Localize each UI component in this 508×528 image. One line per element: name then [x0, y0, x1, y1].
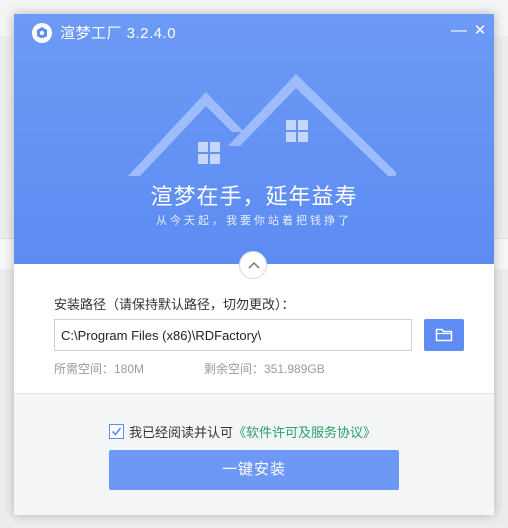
banner-subslogan: 从今天起，我要你站着把钱挣了 [156, 215, 352, 227]
free-space-text: 剩余空间：351.989GB [204, 362, 325, 376]
app-logo-icon [32, 23, 52, 43]
license-agreement-link[interactable]: 《软件许可及服务协议》 [233, 425, 376, 440]
background-window-strip-right [494, 238, 508, 269]
header-banner: 渲梦工厂 3.2.4.0 — ✕ 渲梦在手，延年益寿 从今天起，我要你站着把钱挣… [14, 14, 494, 264]
agreement-checkbox[interactable] [109, 424, 124, 439]
collapse-toggle-button[interactable] [239, 251, 267, 279]
required-space-text: 所需空间：180M [54, 362, 145, 376]
browse-folder-button[interactable] [424, 319, 464, 351]
title-bar[interactable]: 渲梦工厂 3.2.4.0 — ✕ [14, 14, 494, 50]
agreement-row: 我已经阅读并认可《软件许可及服务协议》 [109, 422, 376, 441]
checkmark-icon [111, 427, 122, 436]
agreement-text: 我已经阅读并认可 [129, 425, 234, 440]
close-button[interactable]: ✕ [469, 20, 491, 42]
footer-panel: 我已经阅读并认可《软件许可及服务协议》 一键安装 [14, 393, 494, 515]
banner-slogan: 渲梦在手，延年益寿 [150, 184, 358, 209]
app-title: 渲梦工厂 3.2.4.0 [60, 25, 177, 42]
install-path-input[interactable] [54, 319, 412, 351]
folder-icon [435, 328, 453, 342]
minimize-button[interactable]: — [448, 20, 470, 42]
chevron-up-icon [248, 261, 260, 269]
house-illustration [128, 74, 396, 176]
install-path-label: 安装路径（请保持默认路径，切勿更改）： [54, 297, 295, 312]
installer-window: 渲梦工厂 3.2.4.0 — ✕ 渲梦在手，延年益寿 从今天起，我要你站着把钱挣… [14, 14, 494, 515]
background-window-strip-left [0, 238, 14, 269]
install-button[interactable]: 一键安装 [109, 450, 399, 490]
